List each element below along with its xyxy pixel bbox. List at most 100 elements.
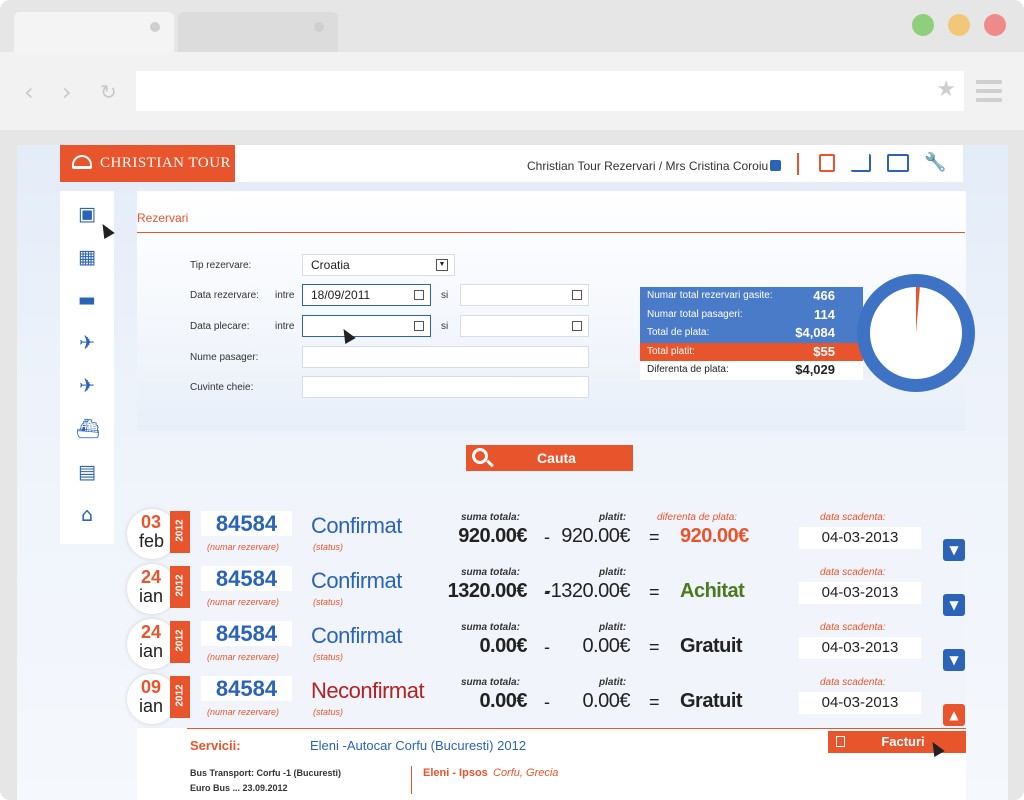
stats-table: Numar total rezervari gasite: 466 Numar t… xyxy=(640,287,863,380)
intre-label: intre xyxy=(275,321,295,332)
flight-hotel-icon[interactable]: ✈ xyxy=(76,332,98,354)
total-amount: 1320.00€ xyxy=(447,580,528,602)
date-month: ian xyxy=(139,696,164,716)
wrench-icon[interactable]: 🔧 xyxy=(924,154,946,172)
calendar-icon[interactable] xyxy=(572,321,582,331)
reload-icon[interactable]: ↻ xyxy=(100,80,117,104)
reservation-row[interactable]: 09 ian 2012 84584 (numar rezervare) Neconfirm… xyxy=(127,672,967,727)
address-bar[interactable]: ★ xyxy=(136,71,964,111)
difference-amount: Achitat xyxy=(680,580,745,602)
detail-divider xyxy=(187,728,966,729)
calendar-icon[interactable] xyxy=(414,290,424,300)
hotel-bed-icon[interactable]: ▬ xyxy=(76,289,98,311)
forward-icon[interactable]: › xyxy=(62,80,72,104)
difference-amount: Gratuit xyxy=(680,635,743,657)
status-caption: (status) xyxy=(313,597,344,607)
home-icon[interactable]: ⌂ xyxy=(76,504,98,526)
stats-row: Numar total pasageri: 114 xyxy=(640,305,863,324)
map-icon[interactable]: ▦ xyxy=(76,246,98,268)
minimize-button[interactable] xyxy=(948,14,970,36)
si-label: si xyxy=(441,321,449,332)
services-value[interactable]: Eleni -Autocar Corfu (Bucuresti) 2012 xyxy=(310,738,526,753)
document-icon[interactable] xyxy=(819,154,835,172)
back-icon[interactable]: ‹ xyxy=(24,80,34,104)
search-icon xyxy=(472,448,488,464)
contact-card-icon[interactable] xyxy=(887,154,909,172)
reservation-detail: Servicii: Eleni -Autocar Corfu (Bucurest… xyxy=(137,728,966,800)
total-amount: 0.00€ xyxy=(479,635,527,657)
due-date: 04-03-2013 xyxy=(799,692,921,714)
cuvinte-cheie-label: Cuvinte cheie: xyxy=(190,382,254,393)
due-date: 04-03-2013 xyxy=(799,582,921,604)
bus-icon[interactable]: ▤ xyxy=(76,461,98,483)
collapse-button[interactable]: ▲ xyxy=(943,704,965,726)
due-caption: data scadenta: xyxy=(820,567,886,578)
reservation-row[interactable]: 24 ian 2012 84584 (numar rezervare) Confirmat… xyxy=(127,562,967,617)
bookmark-star-icon[interactable]: ★ xyxy=(936,77,956,102)
expand-button[interactable]: ▼ xyxy=(943,539,965,561)
browser-menu-icon[interactable] xyxy=(976,80,1002,107)
close-button[interactable] xyxy=(984,14,1006,36)
expand-button[interactable]: ▼ xyxy=(943,649,965,671)
facturi-button[interactable]: Facturi xyxy=(828,731,966,753)
browser-tab-active[interactable] xyxy=(14,12,174,52)
data-plecare-to-input[interactable] xyxy=(460,315,589,337)
difference-caption: diferenta de plata: xyxy=(657,512,738,523)
page-viewport: CHRISTIAN TOUR Christian Tour Rezervari … xyxy=(17,145,1008,800)
data-rezervare-from-input[interactable]: 18/09/2011 xyxy=(302,284,431,306)
tip-rezervare-select[interactable]: Croatia ▼ xyxy=(302,254,455,276)
browser-tab[interactable] xyxy=(178,12,338,52)
reservation-status: Confirmat xyxy=(311,623,402,648)
ship-icon[interactable]: ⛴ xyxy=(76,418,100,440)
tab-close-icon[interactable] xyxy=(314,22,324,32)
detail-separator xyxy=(411,766,412,794)
divider xyxy=(797,153,799,175)
nume-pasager-input[interactable] xyxy=(302,346,589,368)
reservation-number[interactable]: 84584 xyxy=(201,511,292,536)
data-rezervare-to-input[interactable] xyxy=(460,284,589,306)
chevron-down-icon: ▼ xyxy=(949,653,959,667)
lock-icon[interactable] xyxy=(770,160,781,171)
equals-sign: = xyxy=(649,582,660,602)
stats-row: Total platit: $55 xyxy=(640,342,863,361)
calendar-icon[interactable] xyxy=(414,321,424,331)
total-caption: suma totala: xyxy=(461,677,520,688)
stats-row: Diferenta de plata: $4,029 xyxy=(640,361,863,380)
dropdown-arrow-icon[interactable]: ▼ xyxy=(436,259,448,271)
reservation-number[interactable]: 84584 xyxy=(201,566,292,591)
year-tag: 2012 xyxy=(170,511,190,553)
cuvinte-cheie-input[interactable] xyxy=(302,376,589,398)
sidebar: ▣ ▦ ▬ ✈ ✈ ⛴ ▤ ⌂ xyxy=(60,191,114,544)
reservation-row[interactable]: 03 feb 2012 84584 (numar rezervare) Confirmat… xyxy=(127,507,967,562)
stats-row: Numar total rezervari gasite: 466 xyxy=(640,287,863,306)
chart-icon[interactable] xyxy=(851,154,871,172)
data-plecare-from-input[interactable] xyxy=(302,315,431,337)
expand-button[interactable]: ▼ xyxy=(943,594,965,616)
stats-row: Total de plata: $4,084 xyxy=(640,324,863,343)
plane-icon[interactable]: ✈ xyxy=(76,375,98,397)
tab-close-icon[interactable] xyxy=(150,22,160,32)
reservation-status: Confirmat xyxy=(311,568,402,593)
reservation-number[interactable]: 84584 xyxy=(201,676,292,701)
equals-sign: = xyxy=(649,637,660,657)
paid-amount: 0.00€ xyxy=(582,690,630,712)
difference-amount: 920.00€ xyxy=(680,525,749,547)
reservation-number-caption: (numar rezervare) xyxy=(207,652,280,662)
hotel-name[interactable]: Eleni - Ipsos xyxy=(423,767,488,779)
equals-sign: = xyxy=(649,527,660,547)
maximize-button[interactable] xyxy=(912,14,934,36)
date-month: feb xyxy=(139,531,165,551)
paid-amount: -1320.00€ xyxy=(544,580,630,602)
cauta-button[interactable]: Cauta xyxy=(466,445,633,471)
reservation-row[interactable]: 24 ian 2012 84584 (numar rezervare) Confirmat… xyxy=(127,617,967,672)
calendar-icon[interactable] xyxy=(572,290,582,300)
total-amount: 920.00€ xyxy=(458,525,527,547)
brand-logo[interactable]: CHRISTIAN TOUR xyxy=(60,145,235,182)
package-icon[interactable]: ▣ xyxy=(76,203,98,225)
paid-caption: platit: xyxy=(599,512,627,523)
total-caption: suma totala: xyxy=(461,512,520,523)
due-date: 04-03-2013 xyxy=(799,637,921,659)
user-breadcrumb[interactable]: Christian Tour Rezervari / Mrs Cristina … xyxy=(527,159,768,173)
status-caption: (status) xyxy=(313,707,344,717)
reservation-number[interactable]: 84584 xyxy=(201,621,292,646)
